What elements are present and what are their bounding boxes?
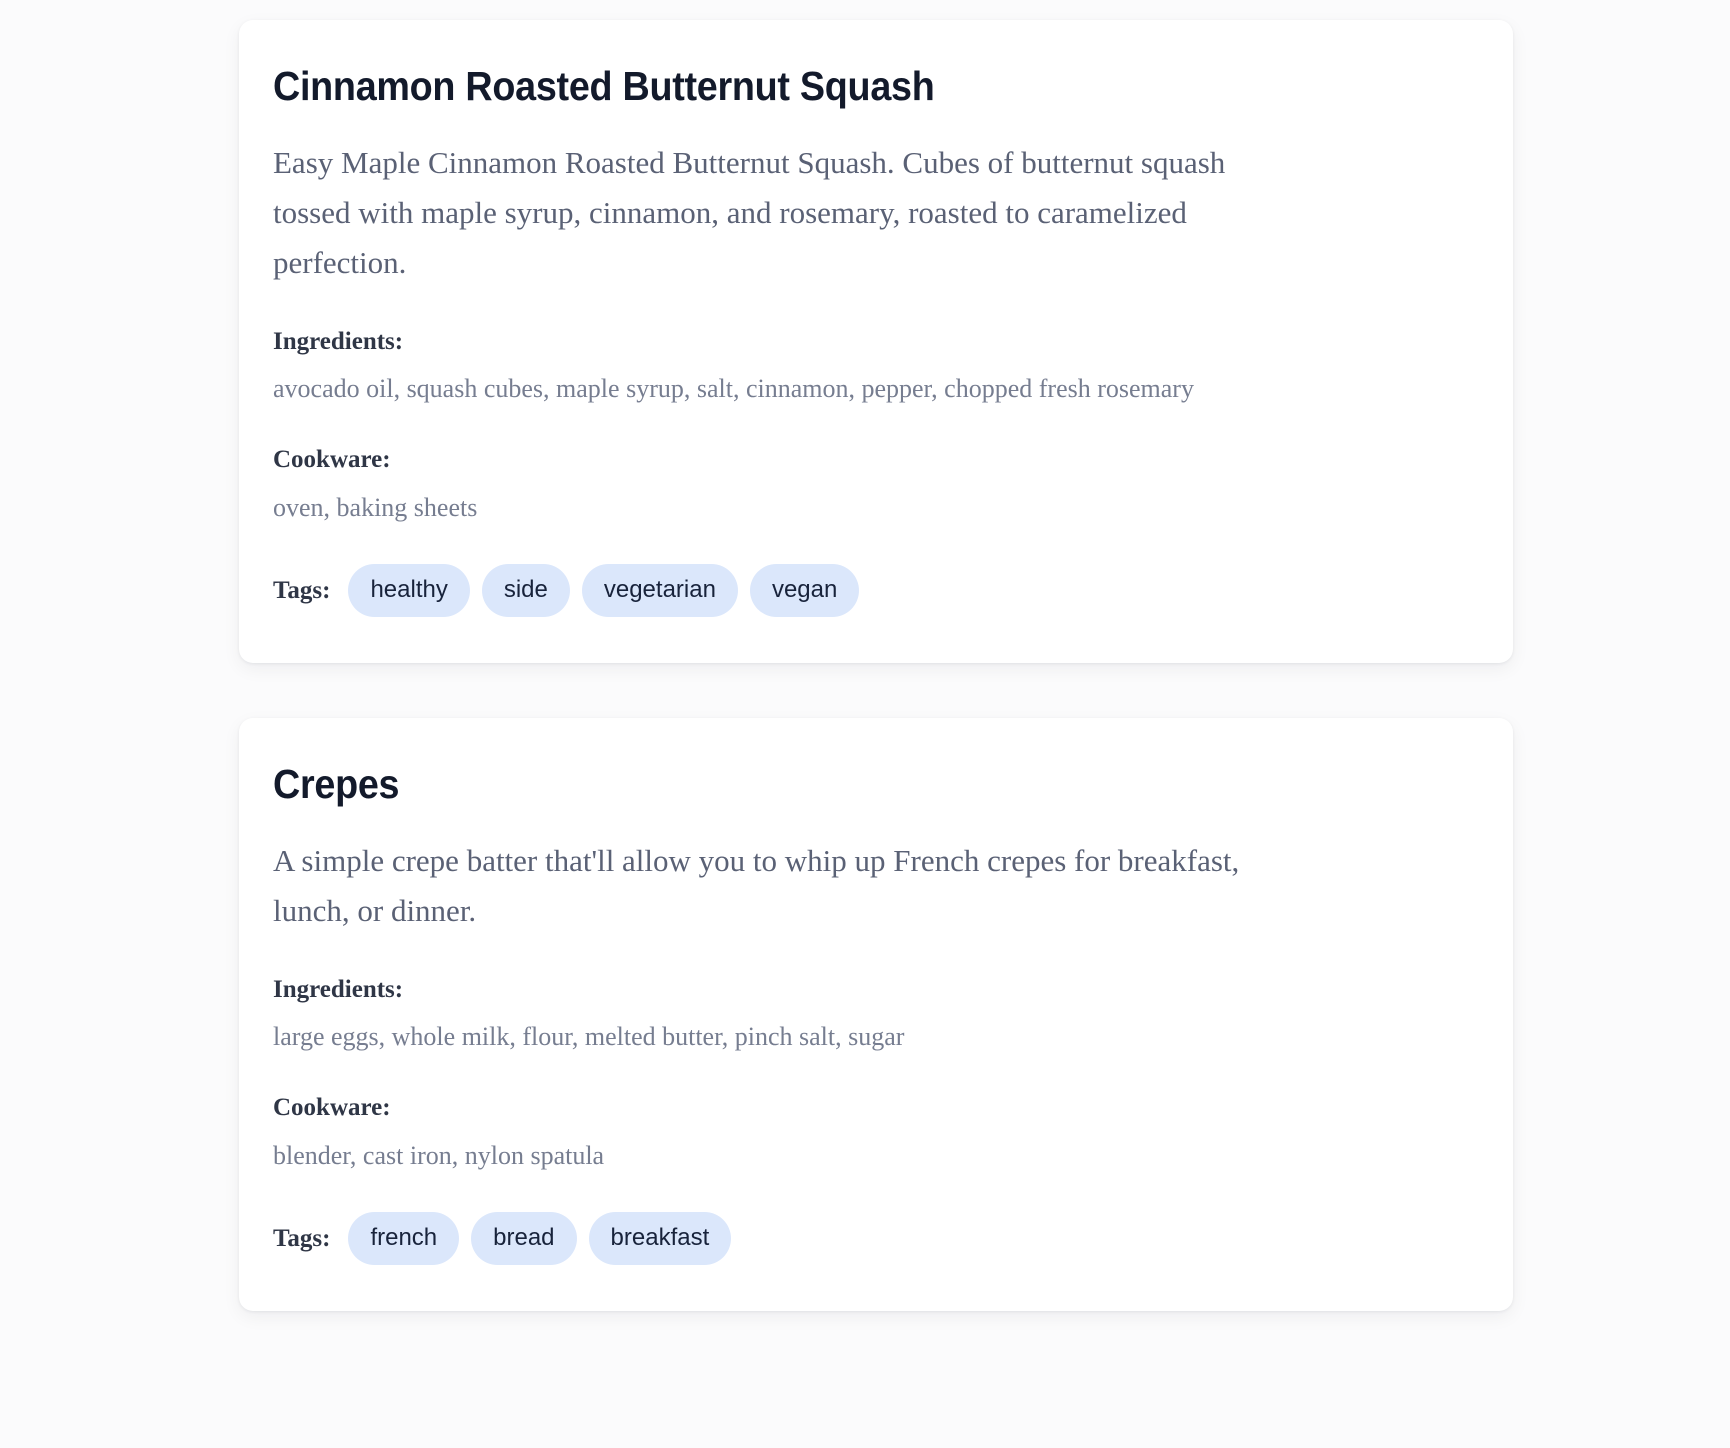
recipe-list-page: Cinnamon Roasted Butternut Squash Easy M…: [0, 0, 1730, 1448]
ingredients-label: Ingredients:: [273, 975, 404, 1003]
recipe-title: Cinnamon Roasted Butternut Squash: [273, 63, 935, 109]
tag-pill[interactable]: vegan: [749, 564, 860, 618]
ingredients-label: Ingredients:: [273, 327, 404, 355]
recipe-card[interactable]: Crepes A simple crepe batter that'll all…: [239, 718, 1513, 1312]
tag-pill[interactable]: breakfast: [588, 1212, 732, 1266]
cookware-label: Cookware:: [273, 446, 391, 474]
tag-pill[interactable]: healthy: [348, 564, 470, 618]
recipe-description: A simple crepe batter that'll allow you …: [273, 843, 1240, 929]
recipe-title: Crepes: [273, 761, 400, 808]
tag-pill[interactable]: vegetarian: [581, 564, 738, 618]
tags-label: Tags:: [273, 1224, 331, 1252]
cookware-value: blender, cast iron, nylon spatula: [273, 1141, 605, 1171]
tags-row: Tags: healthy side vegetarian vegan: [273, 564, 1479, 618]
ingredients-value: avocado oil, squash cubes, maple syrup, …: [273, 374, 1194, 404]
tag-pill[interactable]: bread: [471, 1212, 577, 1266]
recipe-card[interactable]: Cinnamon Roasted Butternut Squash Easy M…: [239, 20, 1513, 664]
recipe-cards-container: Cinnamon Roasted Butternut Squash Easy M…: [239, 20, 1513, 1366]
tag-pill[interactable]: side: [481, 564, 570, 618]
recipe-description: Easy Maple Cinnamon Roasted Butternut Sq…: [273, 144, 1226, 281]
cookware-label: Cookware:: [273, 1094, 391, 1122]
tags-label: Tags:: [273, 576, 331, 604]
cookware-value: oven, baking sheets: [273, 493, 478, 523]
tags-row: Tags: french bread breakfast: [273, 1212, 1479, 1266]
tag-pill[interactable]: french: [348, 1212, 460, 1266]
ingredients-value: large eggs, whole milk, flour, melted bu…: [273, 1022, 905, 1052]
